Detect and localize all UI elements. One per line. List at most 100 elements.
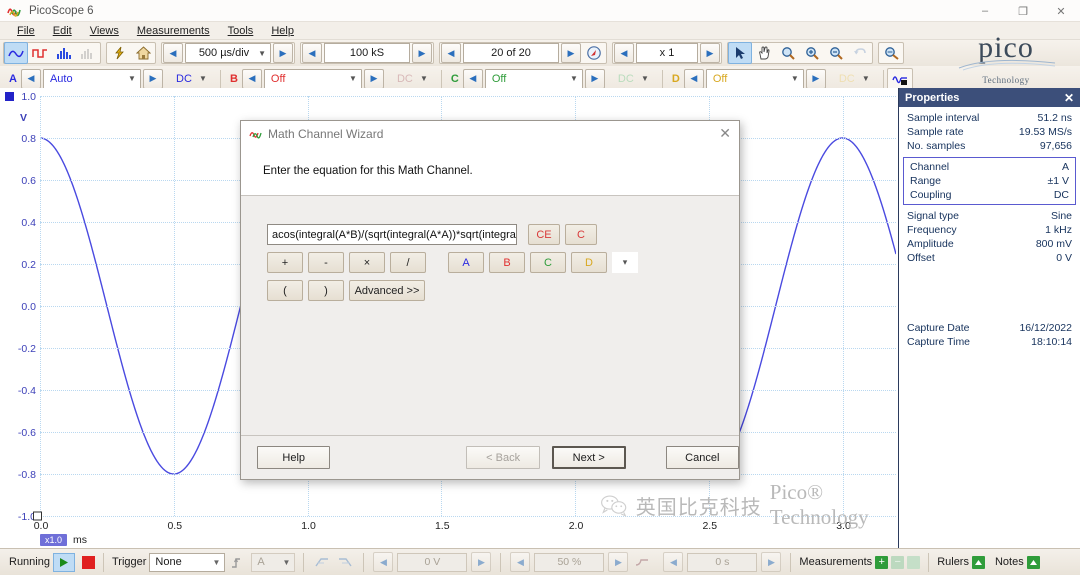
samples-field[interactable]: 100 kS: [324, 43, 410, 63]
equation-row: acos(integral(A*B)/(sqrt(integral(A*A))*…: [267, 224, 739, 245]
buffer-navigator-icon[interactable]: [582, 42, 606, 64]
samples-prev-button[interactable]: ◀: [302, 43, 322, 63]
minimize-button[interactable]: –: [966, 0, 1004, 22]
channel-c-key-button[interactable]: C: [530, 252, 566, 273]
trigger-source-combo: A ▼: [251, 553, 295, 572]
menu-item-edit[interactable]: Edit: [44, 23, 81, 39]
help-button[interactable]: Help: [257, 446, 330, 469]
chevron-down-icon[interactable]: ▾: [612, 252, 638, 273]
cancel-button[interactable]: Cancel: [666, 446, 739, 469]
close-paren-button[interactable]: ): [308, 280, 344, 301]
stop-icon[interactable]: [82, 556, 95, 569]
y-axis-unit: V: [20, 112, 27, 124]
hand-pan-icon[interactable]: [752, 42, 776, 64]
notes-icon[interactable]: [1027, 556, 1040, 569]
equation-input[interactable]: acos(integral(A*B)/(sqrt(integral(A*A))*…: [267, 224, 517, 245]
property-row: Amplitude 800 mV: [899, 237, 1080, 251]
trigger-mode-combo[interactable]: None ▼: [149, 553, 225, 572]
math-channel-icon[interactable]: [888, 68, 912, 90]
tools-group: [106, 42, 156, 64]
dialog-close-icon[interactable]: ✕: [719, 125, 731, 142]
operator-multiply-button[interactable]: ×: [349, 252, 385, 273]
menu-item-tools[interactable]: Tools: [219, 23, 263, 39]
channel-a-offset-handle[interactable]: [33, 512, 42, 521]
operator-minus-button[interactable]: -: [308, 252, 344, 273]
channel-b-key-button[interactable]: B: [489, 252, 525, 273]
buffer-field[interactable]: 20 of 20: [463, 43, 559, 63]
spectrum-view-icon[interactable]: [52, 42, 76, 64]
signal-generator-icon[interactable]: [107, 42, 131, 64]
property-row: Capture Date 16/12/2022: [899, 321, 1080, 335]
add-measurement-icon[interactable]: +: [875, 556, 888, 569]
next-button[interactable]: Next >: [552, 446, 626, 469]
math-channel-wizard-dialog[interactable]: Math Channel Wizard ✕ Enter the equation…: [240, 120, 740, 480]
channel-a-range-combo[interactable]: Auto ▼: [43, 69, 141, 89]
frequency-label: Frequency: [907, 224, 957, 236]
channel-d-label[interactable]: D: [666, 73, 683, 85]
zoom-overview-icon[interactable]: [879, 42, 903, 64]
x-zoom-badge[interactable]: x1.0: [40, 534, 67, 546]
samples-next-button[interactable]: ▶: [412, 43, 432, 63]
operator-plus-button[interactable]: +: [267, 252, 303, 273]
channel-d-range-combo[interactable]: Off ▼: [706, 69, 804, 89]
channel-b-range-combo[interactable]: Off ▼: [264, 69, 362, 89]
menu-item-views[interactable]: Views: [81, 23, 128, 39]
play-icon[interactable]: [53, 553, 75, 572]
channel-a-coupling-combo[interactable]: DC ▼: [165, 69, 211, 89]
timebase-combo[interactable]: 500 µs/div ▼: [185, 43, 271, 63]
channel-a-marker[interactable]: [5, 92, 14, 101]
close-button[interactable]: ✕: [1042, 0, 1080, 22]
undo-zoom-icon[interactable]: [848, 42, 872, 64]
channel-d-prev-button[interactable]: ◀: [684, 69, 704, 89]
channel-b-label[interactable]: B: [224, 73, 241, 85]
timebase-next-button[interactable]: ▶: [273, 43, 293, 63]
trigger-mode-value: None: [155, 556, 181, 568]
channel-b-next-button[interactable]: ▶: [364, 69, 384, 89]
channel-c-range-combo[interactable]: Off ▼: [485, 69, 583, 89]
x-axis-tick-label: 0.0: [34, 520, 49, 532]
channel-a-key-button[interactable]: A: [448, 252, 484, 273]
chevron-down-icon: ▼: [420, 74, 428, 83]
operator-divide-button[interactable]: /: [390, 252, 426, 273]
buffer-prev-button[interactable]: ◀: [441, 43, 461, 63]
channel-c-label[interactable]: C: [445, 73, 462, 85]
timebase-prev-button[interactable]: ◀: [163, 43, 183, 63]
channel-a-label[interactable]: A: [3, 73, 20, 85]
channel-a-prev-button[interactable]: ◀: [21, 69, 41, 89]
menu-item-help[interactable]: Help: [262, 23, 303, 39]
open-paren-button[interactable]: (: [267, 280, 303, 301]
threshold-next-button: ▶: [471, 552, 491, 572]
persistence-view-icon[interactable]: [28, 42, 52, 64]
channel-c-next-button[interactable]: ▶: [585, 69, 605, 89]
channel-b-prev-button[interactable]: ◀: [242, 69, 262, 89]
zoom-prev-button[interactable]: ◀: [614, 43, 634, 63]
selection-pointer-icon[interactable]: [728, 42, 752, 64]
channel-a-next-button[interactable]: ▶: [143, 69, 163, 89]
zoom-in-icon[interactable]: [800, 42, 824, 64]
zoom-window-icon[interactable]: [776, 42, 800, 64]
channel-c-coupling-combo: DC ▼: [607, 69, 653, 89]
clear-button[interactable]: C: [565, 224, 597, 245]
zoom-out-icon[interactable]: [824, 42, 848, 64]
rulers-icon[interactable]: [972, 556, 985, 569]
trigger-source-value: A: [257, 556, 264, 568]
chevron-down-icon: ▼: [128, 74, 136, 83]
channel-c-prev-button[interactable]: ◀: [463, 69, 483, 89]
y-gridline: -1.0: [40, 516, 896, 517]
advanced-button[interactable]: Advanced >>: [349, 280, 425, 301]
channel-d-next-button[interactable]: ▶: [806, 69, 826, 89]
pico-tagline: Technology: [946, 75, 1066, 85]
zoom-factor-field[interactable]: x 1: [636, 43, 698, 63]
y-axis-tick-label: 0.2: [21, 259, 36, 271]
maximize-button[interactable]: ❐: [1004, 0, 1042, 22]
clear-entry-button[interactable]: CE: [528, 224, 560, 245]
menu-item-file[interactable]: File: [8, 23, 44, 39]
properties-close-icon[interactable]: ✕: [1064, 91, 1074, 105]
channel-d-key-button[interactable]: D: [571, 252, 607, 273]
menu-item-measurements[interactable]: Measurements: [128, 23, 219, 39]
home-icon[interactable]: [131, 42, 155, 64]
scope-view-icon[interactable]: [4, 42, 28, 64]
buffer-next-button[interactable]: ▶: [561, 43, 581, 63]
zoom-next-button[interactable]: ▶: [700, 43, 720, 63]
x-gridline: 0.0: [40, 96, 41, 516]
